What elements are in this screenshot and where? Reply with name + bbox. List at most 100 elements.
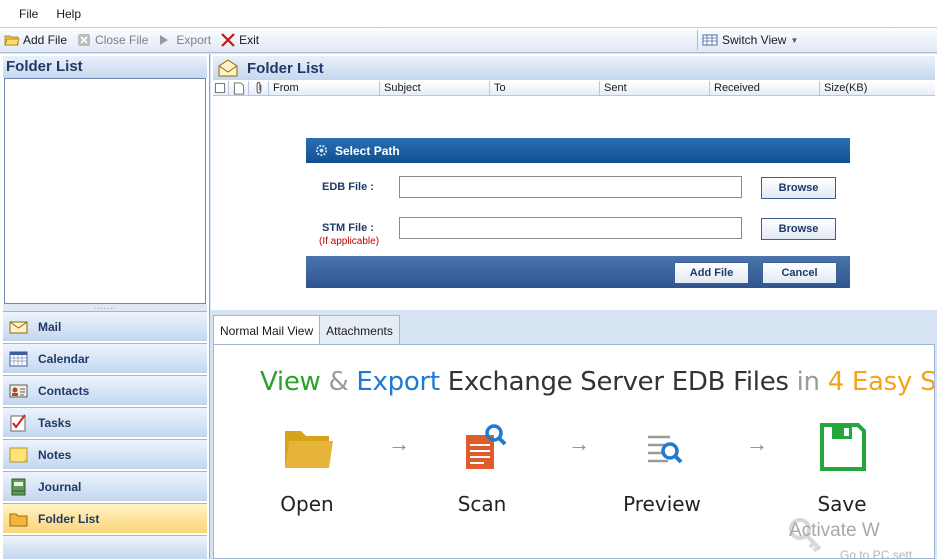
- step-label: Scan: [457, 492, 507, 516]
- exit-label: Exit: [239, 33, 260, 47]
- preview-content: View & Export Exchange Server EDB Files …: [213, 344, 935, 559]
- step-preview: Preview: [617, 417, 707, 516]
- column-attachment[interactable]: [249, 81, 269, 96]
- add-file-label: Add File: [23, 33, 68, 47]
- export-button[interactable]: Export: [157, 33, 211, 47]
- envelope-open-icon: [218, 59, 238, 77]
- notes-icon: [9, 447, 28, 462]
- headline-word: View: [260, 367, 321, 397]
- headline-word: in: [796, 367, 820, 397]
- menu-bar: File Help: [0, 0, 937, 28]
- column-checkbox[interactable]: [213, 81, 229, 96]
- nav-label: Mail: [38, 319, 62, 334]
- left-pane: Folder List ....... Mail Calendar Contac…: [0, 54, 210, 559]
- column-header-row: From Subject To Sent Received Size(KB): [213, 81, 935, 96]
- edb-file-input[interactable]: [399, 176, 742, 198]
- step-label: Save: [817, 492, 867, 516]
- close-file-button[interactable]: Close File: [76, 33, 148, 47]
- browse-edb-button[interactable]: Browse: [761, 177, 836, 199]
- edb-file-label: EDB File :: [322, 181, 374, 193]
- gear-icon: [315, 144, 328, 157]
- nav-label: Journal: [38, 479, 82, 494]
- close-icon: [78, 34, 91, 46]
- headline-word: Exchange Server EDB Files: [447, 367, 789, 397]
- dialog-title-bar: Select Path: [306, 138, 850, 163]
- column-document[interactable]: [229, 81, 249, 96]
- preview-pane: Normal Mail View Attachments View & Expo…: [211, 311, 937, 559]
- cancel-button[interactable]: Cancel: [762, 262, 837, 284]
- export-label: Export: [176, 33, 212, 47]
- dialog-title: Select Path: [335, 143, 400, 158]
- message-list-title: Folder List: [247, 59, 324, 77]
- add-file-dialog-button[interactable]: Add File: [674, 262, 749, 284]
- exit-button[interactable]: Exit: [220, 33, 259, 47]
- dialog-footer: Add File Cancel: [306, 256, 850, 288]
- headline-word: &: [328, 367, 349, 397]
- column-size[interactable]: Size(KB): [820, 81, 935, 96]
- arrow-right-icon: →: [568, 431, 590, 456]
- nav-overflow-bar: [3, 535, 207, 559]
- nav-label: Tasks: [38, 415, 72, 430]
- journal-book-icon: [11, 478, 26, 495]
- menu-file[interactable]: File: [10, 7, 47, 21]
- tasks-checklist-icon: [10, 413, 26, 431]
- calendar-icon: [9, 351, 28, 366]
- column-from[interactable]: From: [269, 81, 380, 96]
- step-label: Preview: [623, 492, 701, 516]
- step-save: Save: [797, 417, 887, 516]
- nav-calendar[interactable]: Calendar: [3, 343, 207, 373]
- headline-word: Export: [356, 367, 440, 397]
- select-path-dialog: Select Path EDB File : Browse STM File :…: [306, 138, 850, 288]
- checkbox-icon: [215, 83, 225, 93]
- column-to[interactable]: To: [490, 81, 600, 96]
- nav-tasks[interactable]: Tasks: [3, 407, 207, 437]
- preview-magnifier-icon: [648, 435, 683, 464]
- exit-x-icon: [221, 33, 235, 47]
- step-open: Open: [262, 417, 352, 516]
- column-sent[interactable]: Sent: [600, 81, 710, 96]
- arrow-right-icon: →: [388, 431, 410, 456]
- add-file-button[interactable]: Add File: [4, 33, 67, 47]
- browse-stm-button[interactable]: Browse: [761, 218, 836, 240]
- activate-watermark: Activate W: [789, 520, 880, 541]
- folder-icon: [285, 431, 333, 468]
- scan-document-icon: [466, 424, 507, 469]
- column-subject[interactable]: Subject: [380, 81, 490, 96]
- save-floppy-icon: [820, 423, 866, 471]
- grid-view-icon: [702, 34, 718, 46]
- tab-normal-mail-view[interactable]: Normal Mail View: [213, 315, 321, 345]
- pane-splitter-handle[interactable]: .......: [3, 303, 207, 311]
- play-icon: [160, 35, 169, 45]
- nav-folder-list[interactable]: Folder List: [3, 503, 207, 533]
- nav-label: Folder List: [38, 511, 100, 526]
- menu-help[interactable]: Help: [47, 7, 90, 21]
- mail-envelope-icon: [9, 321, 28, 333]
- folder-open-icon: [4, 35, 20, 46]
- tab-attachments[interactable]: Attachments: [319, 315, 400, 345]
- nav-label: Calendar: [38, 351, 90, 366]
- toolbar: Add File Close File Export Exit Switch V…: [0, 28, 937, 53]
- stm-file-label: STM File :: [322, 222, 374, 234]
- nav-label: Notes: [38, 447, 72, 462]
- switch-view-dropdown[interactable]: Switch View ▼: [697, 30, 798, 50]
- stm-optional-note: (If applicable): [319, 236, 380, 247]
- folder-tree[interactable]: [4, 78, 206, 304]
- preview-tabs: Normal Mail View Attachments: [213, 315, 400, 345]
- nav-notes[interactable]: Notes: [3, 439, 207, 469]
- step-label: Open: [280, 492, 334, 516]
- nav-journal[interactable]: Journal: [3, 471, 207, 501]
- nav-label: Contacts: [38, 383, 90, 398]
- nav-mail[interactable]: Mail: [3, 311, 207, 341]
- column-received[interactable]: Received: [710, 81, 820, 96]
- message-list-header: Folder List: [213, 56, 935, 80]
- paperclip-icon: [256, 82, 262, 94]
- close-file-label: Close File: [95, 33, 149, 47]
- stm-file-input[interactable]: [399, 217, 742, 239]
- folder-icon: [9, 513, 28, 526]
- nav-contacts[interactable]: Contacts: [3, 375, 207, 405]
- contacts-card-icon: [9, 384, 28, 397]
- folder-list-header: Folder List: [3, 56, 207, 78]
- activate-watermark-sub: Go to PC sett: [840, 548, 913, 559]
- step-scan: Scan: [437, 417, 527, 516]
- arrow-right-icon: →: [746, 431, 768, 456]
